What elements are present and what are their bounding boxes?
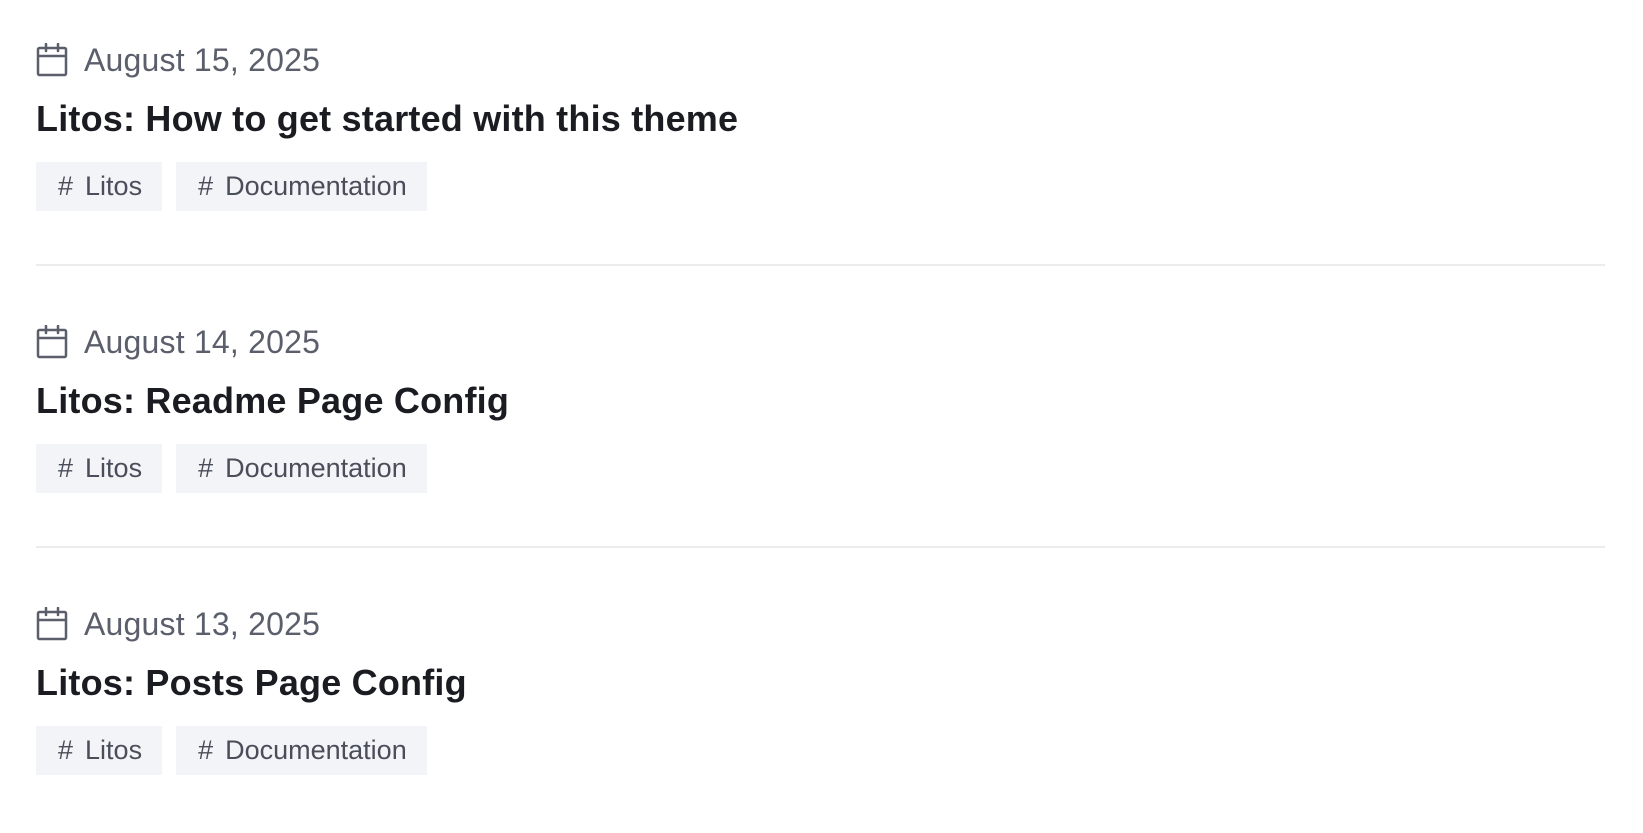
hash-icon: #: [198, 735, 214, 765]
post-date-text: August 15, 2025: [84, 41, 321, 78]
post-divider: [36, 264, 1605, 266]
calendar-icon: [36, 607, 68, 641]
post-tags: # Litos # Documentation: [36, 162, 427, 211]
post-date: August 14, 2025: [36, 320, 320, 364]
post-date-text: August 14, 2025: [84, 323, 321, 360]
calendar-icon: [36, 325, 68, 359]
hash-icon: #: [198, 171, 214, 201]
hash-icon: #: [58, 735, 74, 765]
tag-litos[interactable]: # Litos: [36, 444, 163, 493]
post-list: August 15, 2025 Litos: How to get starte…: [36, 0, 1605, 824]
tag-label: Documentation: [225, 171, 407, 201]
post-date: August 13, 2025: [36, 602, 320, 646]
tag-litos[interactable]: # Litos: [36, 726, 163, 775]
post-divider: [36, 546, 1605, 548]
tag-label: Litos: [85, 171, 143, 201]
hash-icon: #: [198, 453, 214, 483]
post-date-text: August 13, 2025: [84, 605, 321, 642]
tag-label: Litos: [85, 453, 143, 483]
tag-label: Documentation: [225, 453, 407, 483]
tag-label: Litos: [85, 735, 143, 765]
tag-litos[interactable]: # Litos: [36, 162, 163, 211]
hash-icon: #: [58, 171, 74, 201]
post-date: August 15, 2025: [36, 38, 320, 82]
calendar-icon: [36, 43, 68, 77]
hash-icon: #: [58, 453, 74, 483]
post-title-link[interactable]: Litos: How to get started with this them…: [36, 98, 738, 140]
tag-documentation[interactable]: # Documentation: [176, 444, 427, 493]
post-tags: # Litos # Documentation: [36, 726, 427, 775]
tag-documentation[interactable]: # Documentation: [176, 162, 427, 211]
post-item: August 13, 2025 Litos: Posts Page Config…: [36, 564, 1605, 824]
post-title-link[interactable]: Litos: Posts Page Config: [36, 662, 467, 704]
post-title-link[interactable]: Litos: Readme Page Config: [36, 380, 509, 422]
post-tags: # Litos # Documentation: [36, 444, 427, 493]
post-item: August 14, 2025 Litos: Readme Page Confi…: [36, 282, 1605, 564]
post-item: August 15, 2025 Litos: How to get starte…: [36, 0, 1605, 282]
tag-documentation[interactable]: # Documentation: [176, 726, 427, 775]
tag-label: Documentation: [225, 735, 407, 765]
